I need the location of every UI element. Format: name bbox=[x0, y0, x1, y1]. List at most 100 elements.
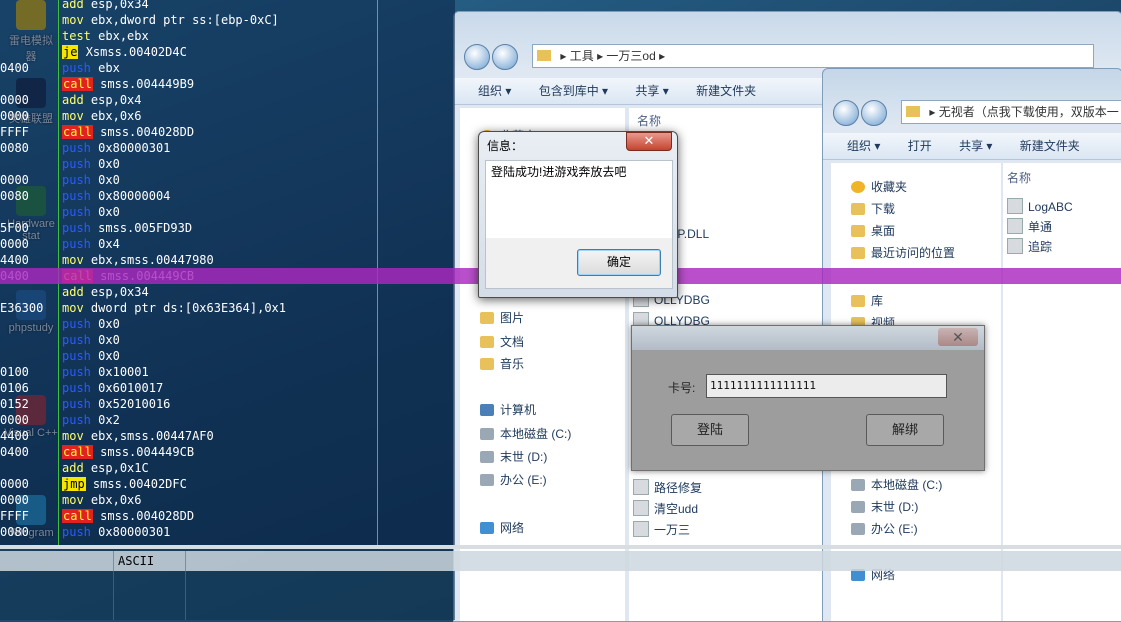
new-folder-button[interactable]: 新建文件夹 bbox=[696, 84, 756, 98]
disasm-row[interactable]: 0000 mov ebx,0x6 bbox=[0, 492, 455, 508]
nav-item[interactable]: 图片 bbox=[480, 308, 524, 328]
disasm-row[interactable]: call smss.004449B9 bbox=[0, 76, 455, 92]
file-item[interactable]: 追踪 bbox=[1007, 237, 1052, 257]
nav-item[interactable]: 音乐 bbox=[480, 354, 524, 374]
file-item[interactable]: LogABC bbox=[1007, 197, 1073, 217]
mnemonic: push bbox=[62, 221, 91, 235]
nav-item[interactable]: 办公 (E:) bbox=[851, 519, 918, 539]
disasm-row[interactable]: 0000 push 0x0 bbox=[0, 172, 455, 188]
file-item[interactable]: 路径修复 bbox=[633, 478, 702, 498]
folder-icon bbox=[537, 50, 551, 61]
mnemonic: call bbox=[62, 125, 93, 139]
open-button[interactable]: 打开 bbox=[908, 139, 932, 153]
nav-item[interactable]: 办公 (E:) bbox=[480, 470, 547, 490]
operand: dword ptr ds:[0x63E364],0x1 bbox=[90, 301, 286, 315]
pane-splitter[interactable] bbox=[0, 545, 1121, 549]
breadcrumb-folder[interactable]: 一万三od bbox=[606, 49, 655, 63]
nav-item[interactable]: 文档 bbox=[480, 332, 524, 352]
disasm-instruction: add esp,0x1C bbox=[62, 460, 149, 476]
login-button[interactable]: 登陆 bbox=[671, 414, 749, 446]
disasm-row[interactable]: 0400 push ebx bbox=[0, 60, 455, 76]
address-bar[interactable]: ▸ 无视者（点我下载使用，双版本一 bbox=[901, 100, 1121, 124]
dump-pane[interactable] bbox=[0, 571, 455, 620]
mnemonic: push bbox=[62, 61, 91, 75]
disasm-row[interactable]: push 0x0 bbox=[0, 156, 455, 172]
disasm-row[interactable]: push 0x0 bbox=[0, 316, 455, 332]
disasm-instruction: add esp,0x34 bbox=[62, 284, 149, 300]
forward-icon[interactable] bbox=[861, 100, 887, 126]
dialog-titlebar[interactable] bbox=[632, 326, 984, 350]
disasm-row[interactable]: 0080 push 0x80000004 bbox=[0, 188, 455, 204]
nav-item[interactable]: 收藏夹 bbox=[851, 177, 907, 197]
disasm-row[interactable]: 4400 mov ebx,smss.00447980 bbox=[0, 252, 455, 268]
organize-button[interactable]: 组织 ▾ bbox=[847, 139, 880, 153]
disasm-row[interactable]: 0000 push 0x4 bbox=[0, 236, 455, 252]
operand: 0x80000301 bbox=[98, 525, 171, 539]
nav-item[interactable]: 最近访问的位置 bbox=[851, 243, 955, 263]
disasm-address: 0400 bbox=[0, 61, 29, 75]
close-icon[interactable]: ✕ bbox=[938, 328, 978, 346]
disasm-row[interactable]: push 0x0 bbox=[0, 204, 455, 220]
forward-icon[interactable] bbox=[492, 44, 518, 70]
nav-item-label: 文档 bbox=[500, 335, 525, 349]
disasm-row[interactable]: push 0x0 bbox=[0, 348, 455, 364]
nav-item[interactable]: 本地磁盘 (C:) bbox=[480, 424, 571, 444]
disasm-row[interactable]: 0106 push 0x6010017 bbox=[0, 380, 455, 396]
column-header-name[interactable]: 名称 bbox=[637, 112, 661, 129]
card-number-input[interactable]: 1111111111111111 bbox=[706, 374, 947, 398]
breadcrumb-folder[interactable]: 无视者（点我下载使用，双版本一 bbox=[939, 105, 1119, 119]
disasm-row[interactable]: 0400 call smss.004449CB bbox=[0, 444, 455, 460]
disasm-row[interactable]: 0000 jmp smss.00402DFC bbox=[0, 476, 455, 492]
breadcrumb-tools[interactable]: 工具 bbox=[570, 49, 594, 63]
disasm-row[interactable]: 0152 push 0x52010016 bbox=[0, 396, 455, 412]
share-button[interactable]: 共享 ▾ bbox=[635, 84, 668, 98]
unbind-button[interactable]: 解绑 bbox=[866, 414, 944, 446]
operand: 0x0 bbox=[98, 333, 120, 347]
nav-item[interactable]: 本地磁盘 (C:) bbox=[851, 475, 942, 495]
disasm-row[interactable]: 0000 mov ebx,0x6 bbox=[0, 108, 455, 124]
column-header-name[interactable]: 名称 bbox=[1007, 169, 1031, 186]
nav-item[interactable]: 末世 (D:) bbox=[480, 447, 547, 467]
share-button[interactable]: 共享 ▾ bbox=[959, 139, 992, 153]
nav-item[interactable]: 库 bbox=[851, 291, 883, 311]
disasm-row[interactable]: push 0x0 bbox=[0, 332, 455, 348]
include-library-button[interactable]: 包含到库中 ▾ bbox=[539, 84, 608, 98]
disasm-row[interactable]: 5F00 push smss.005FD93D bbox=[0, 220, 455, 236]
drive-icon bbox=[480, 451, 494, 463]
organize-button[interactable]: 组织 ▾ bbox=[478, 84, 511, 98]
disasm-address: FFFF bbox=[0, 125, 29, 139]
disasm-row[interactable]: 0080 push 0x80000301 bbox=[0, 524, 455, 540]
disasm-row[interactable]: 0080 push 0x80000301 bbox=[0, 140, 455, 156]
address-bar[interactable]: ▸ 工具 ▸ 一万三od ▸ bbox=[532, 44, 1094, 68]
back-icon[interactable] bbox=[833, 100, 859, 126]
nav-item[interactable]: 桌面 bbox=[851, 221, 895, 241]
nav-item[interactable]: 末世 (D:) bbox=[851, 497, 918, 517]
disasm-row[interactable]: 4400 mov ebx,smss.00447AF0 bbox=[0, 428, 455, 444]
close-icon[interactable]: ✕ bbox=[626, 132, 672, 151]
ok-button[interactable]: 确定 bbox=[577, 249, 661, 276]
disasm-row[interactable]: E36300 mov dword ptr ds:[0x63E364],0x1 bbox=[0, 300, 455, 316]
disasm-row[interactable]: add esp,0x34 bbox=[0, 0, 455, 12]
disasm-row[interactable]: 0100 push 0x10001 bbox=[0, 364, 455, 380]
file-item[interactable]: 一万三 bbox=[633, 520, 690, 540]
file-name: 路径修复 bbox=[654, 481, 703, 495]
back-icon[interactable] bbox=[464, 44, 490, 70]
disasm-row[interactable]: test ebx,ebx bbox=[0, 28, 455, 44]
dump-ascii-header[interactable]: ASCII bbox=[118, 551, 154, 571]
nav-item[interactable]: 下载 bbox=[851, 199, 895, 219]
disasm-row[interactable]: mov ebx,dword ptr ss:[ebp-0xC] bbox=[0, 12, 455, 28]
nav-item[interactable]: 计算机 bbox=[480, 400, 536, 420]
new-folder-button[interactable]: 新建文件夹 bbox=[1020, 139, 1080, 153]
disasm-row[interactable]: FFFF call smss.004028DD bbox=[0, 124, 455, 140]
file-item[interactable]: 清空udd bbox=[633, 499, 698, 519]
disasm-row[interactable]: 0000 add esp,0x4 bbox=[0, 92, 455, 108]
disasm-row[interactable]: add esp,0x34 bbox=[0, 284, 455, 300]
disasm-row[interactable]: 0000 push 0x2 bbox=[0, 412, 455, 428]
nav-item[interactable]: 网络 bbox=[480, 518, 524, 538]
disasm-instruction: push 0x0 bbox=[62, 332, 120, 348]
drive-icon bbox=[851, 479, 865, 491]
disasm-row[interactable]: FFFF call smss.004028DD bbox=[0, 508, 455, 524]
disasm-row[interactable]: add esp,0x1C bbox=[0, 460, 455, 476]
disasm-row[interactable]: je Xsmss.00402D4C bbox=[0, 44, 455, 60]
file-item[interactable]: 单通 bbox=[1007, 217, 1052, 237]
